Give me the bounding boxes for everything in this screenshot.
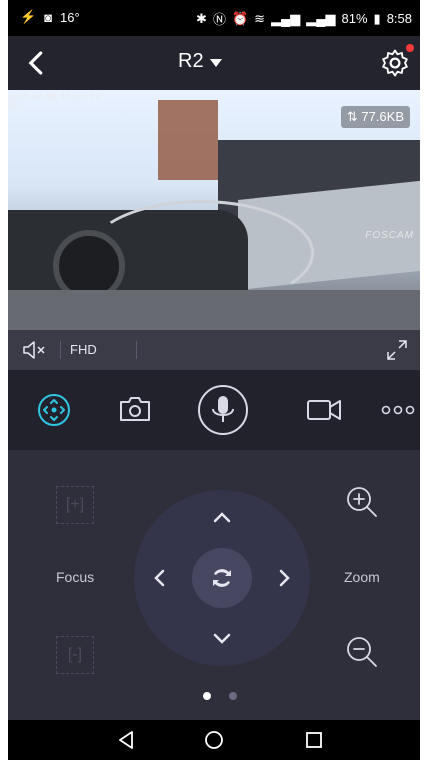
recents-square-icon[interactable] xyxy=(302,728,326,752)
video-timestamp: 2017-02-08 11:21:12 R2 xyxy=(8,92,100,110)
device-selector[interactable]: R2 xyxy=(178,50,222,73)
zoom-label: Zoom xyxy=(344,569,380,585)
vibrate-icon: ✱ xyxy=(196,10,207,26)
ptz-panel: [+] Focus [-] Zoom xyxy=(8,450,420,720)
video-camera-icon[interactable] xyxy=(302,388,346,432)
ptz-center-button[interactable] xyxy=(192,548,252,608)
time-text: 8:58 xyxy=(386,11,412,26)
page-dot-active[interactable] xyxy=(203,692,211,700)
battery-icon: ▮ xyxy=(373,10,381,26)
focus-out-label: [-] xyxy=(67,646,83,663)
nfc-icon: Ⓝ xyxy=(212,12,226,27)
camera-icon[interactable] xyxy=(113,388,157,432)
video-object xyxy=(8,290,420,330)
video-object xyxy=(158,100,218,180)
chevron-left-icon[interactable] xyxy=(22,48,52,78)
directional-pad-icon[interactable] xyxy=(32,388,76,432)
speaker-muted-icon[interactable] xyxy=(22,339,48,361)
toolbar xyxy=(8,370,420,450)
video-feed[interactable]: FOSCAM 2017-02-08 11:21:12 R2 ⇅ 77.6KB xyxy=(8,90,420,330)
bitrate-icon: ⇅ xyxy=(346,109,358,124)
app-bar: R2 xyxy=(8,36,420,90)
alarm-icon: ⏰ xyxy=(231,10,249,26)
expand-icon[interactable] xyxy=(386,339,408,361)
camera-app-icon: ◙ xyxy=(44,9,53,25)
video-controls: FHD xyxy=(8,330,420,370)
timestamp-line: 2017-02-08 11:21:12 xyxy=(8,92,100,101)
chevron-down-icon[interactable] xyxy=(210,626,234,650)
bolt-icon: ⚡ xyxy=(20,9,37,24)
quality-selector[interactable]: FHD xyxy=(70,342,97,357)
page-title: R2 xyxy=(178,50,204,72)
bitrate-badge: ⇅ 77.6KB xyxy=(340,106,410,128)
app-frame: ⚡ ◙ 16° ✱ Ⓝ ⏰ ≋ ▂▄▆ ▂▄▆ 81% ▮ 8:58 R2 FO… xyxy=(8,0,420,760)
signal-icon-2: ▂▄▆ xyxy=(306,10,336,26)
focus-in-label: [+] xyxy=(65,496,85,513)
focus-out-button[interactable]: [-] xyxy=(56,636,94,674)
status-right: ✱ Ⓝ ⏰ ≋ ▂▄▆ ▂▄▆ 81% ▮ 8:58 xyxy=(196,9,412,28)
brand-text: FOSCAM xyxy=(365,230,414,241)
battery-percent: 81% xyxy=(341,11,368,26)
bitrate-value: 77.6KB xyxy=(361,109,404,124)
page-indicator xyxy=(203,692,237,700)
zoom-in-icon[interactable] xyxy=(344,484,380,520)
timestamp-line: R2 xyxy=(8,101,18,110)
rotate-icon xyxy=(213,569,231,587)
signal-icon: ▂▄▆ xyxy=(271,10,301,26)
system-nav-bar xyxy=(8,720,420,760)
back-triangle-icon[interactable] xyxy=(114,728,138,752)
zoom-out-icon[interactable] xyxy=(344,634,380,670)
gear-icon[interactable] xyxy=(380,48,410,78)
more-dots-icon[interactable] xyxy=(376,388,420,432)
status-bar: ⚡ ◙ 16° ✱ Ⓝ ⏰ ≋ ▂▄▆ ▂▄▆ 81% ▮ 8:58 xyxy=(8,0,420,36)
status-left: ⚡ ◙ 16° xyxy=(20,9,80,25)
wifi-icon: ≋ xyxy=(254,10,266,26)
focus-in-button[interactable]: [+] xyxy=(56,486,94,524)
home-circle-icon[interactable] xyxy=(202,728,226,752)
chevron-up-icon[interactable] xyxy=(210,506,234,530)
focus-label: Focus xyxy=(56,569,95,585)
notification-badge xyxy=(406,44,414,52)
temperature-text: 16° xyxy=(60,9,80,25)
ptz-joystick[interactable] xyxy=(134,490,310,666)
chevron-right-icon[interactable] xyxy=(272,566,296,590)
page-dot[interactable] xyxy=(229,692,237,700)
divider xyxy=(60,341,61,359)
microphone-icon[interactable] xyxy=(197,384,249,436)
divider xyxy=(136,341,137,359)
caret-down-icon xyxy=(209,58,222,67)
chevron-left-icon[interactable] xyxy=(148,566,172,590)
